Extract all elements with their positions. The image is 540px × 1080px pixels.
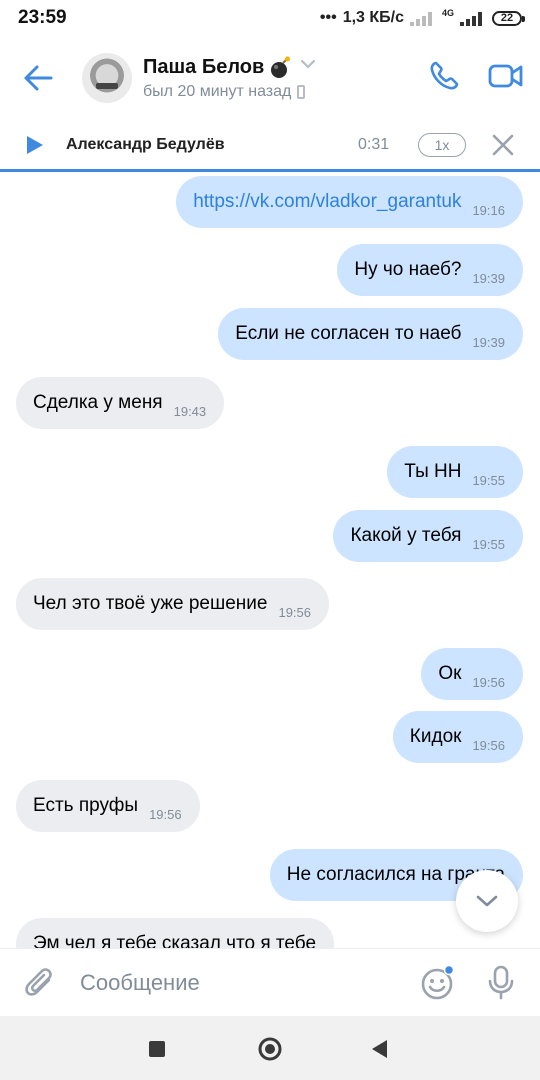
arrow-left-icon [24,65,53,91]
back-nav-button[interactable] [370,1039,388,1064]
message-bubble-outgoing[interactable]: Если не согласен то наеб 19:39 [218,308,523,360]
close-player-button[interactable] [490,132,516,158]
voice-message-button[interactable] [486,965,516,1001]
message-composer [0,948,540,1016]
message-bubble-outgoing[interactable]: Какой у тебя 19:55 [333,510,523,562]
scroll-to-bottom-button[interactable] [456,870,518,932]
contact-name: Паша Белов [143,55,265,78]
emoji-button[interactable] [420,964,456,1001]
status-bar: 23:59 ••• 1,3 КБ/с 4G 22 [0,0,540,36]
video-call-button[interactable] [486,54,526,98]
attach-button[interactable] [24,965,56,1001]
mobile-online-icon [297,84,306,99]
back-button[interactable] [14,54,62,102]
track-title[interactable]: Александр Бедулёв [66,136,225,154]
signal-icon [409,10,436,26]
message-text: Чел это твоё уже решение [33,593,268,614]
play-button[interactable] [26,135,46,155]
message-text: Какой у тебя [350,525,462,546]
message-bubble-incoming[interactable]: Сделка у меня 19:43 [16,377,225,429]
paperclip-icon [25,967,52,996]
message-time: 19:56 [149,806,182,822]
message-time: 19:39 [472,270,505,286]
chat-header: Паша Белов был 20 минут назад [0,36,540,120]
message-bubble-incoming[interactable]: Эм чел я тебе сказал что я тебе [16,918,335,948]
battery-icon: 22 [492,10,525,26]
playback-speed-button[interactable]: 1x [418,133,466,157]
message-time: 19:56 [278,604,312,620]
message-bubble-outgoing[interactable]: Ты НН 19:55 [387,446,523,498]
network-type: 4G [441,7,454,18]
square-icon [149,1041,165,1057]
message-bubble-incoming[interactable]: Есть пруфы 19:56 [16,780,200,832]
microphone-icon [488,965,514,1000]
message-bubble-outgoing[interactable]: Ок 19:56 [421,648,523,700]
signal-icon-2 [460,10,486,26]
message-input[interactable] [78,961,382,1004]
message-time: 19:43 [173,403,207,419]
message-time: 19:16 [472,202,505,218]
message-time: 19:55 [472,536,505,552]
triangle-back-icon [372,1040,387,1058]
message-text: Есть пруфы [33,795,139,816]
message-bubble-outgoing[interactable]: https://vk.com/vladkor_garantuk 19:16 [176,176,523,228]
status-time: 23:59 [18,7,67,28]
net-speed: 1,3 КБ/с [342,9,404,26]
last-seen-status: был 20 минут назад [143,82,292,100]
message-time: 19:56 [472,737,505,753]
close-icon [492,134,514,156]
chevron-down-icon [301,59,316,69]
video-camera-icon [488,64,523,88]
status-indicators: ••• 1,3 КБ/с 4G 22 [319,7,525,27]
audio-player-bar: Александр Бедулёв 0:31 1x [0,120,540,172]
dots-icon: ••• [319,9,337,26]
recent-apps-button[interactable] [148,1040,166,1063]
message-text: Сделка у меня [33,392,163,413]
track-time: 0:31 [358,135,390,153]
system-navigation-bar [0,1016,540,1080]
message-bubble-outgoing[interactable]: Ну чо наеб? 19:39 [337,244,523,296]
bomb-emoji-icon [268,56,291,78]
message-time: 19:55 [472,472,505,488]
message-text: Ок [438,663,462,684]
call-button[interactable] [424,54,464,98]
circle-home-icon [258,1037,282,1061]
chevron-down-icon [476,895,498,907]
smile-icon [421,964,455,1000]
avatar[interactable] [82,53,132,103]
message-time: 19:56 [472,674,505,690]
message-bubble-incoming[interactable]: Чел это твоё уже решение 19:56 [16,578,330,630]
header-actions [424,54,526,98]
battery-level: 22 [500,12,514,24]
message-text: Ну чо наеб? [354,259,462,280]
message-time: 19:39 [472,334,505,350]
message-text: Ты НН [404,461,462,482]
home-button[interactable] [257,1036,283,1067]
message-list[interactable]: https://vk.com/vladkor_garantuk 19:16 Ну… [0,175,540,948]
message-text: Кидок [409,726,462,747]
message-text: Если не согласен то наеб [235,323,462,344]
message-link[interactable]: https://vk.com/vladkor_garantuk [193,191,461,213]
phone-icon [430,61,459,90]
play-icon [27,135,43,154]
message-bubble-outgoing[interactable]: Кидок 19:56 [392,711,523,763]
chat-title[interactable]: Паша Белов был 20 минут назад [143,56,316,101]
message-text: Эм чел я тебе сказал что я тебе [33,933,317,948]
